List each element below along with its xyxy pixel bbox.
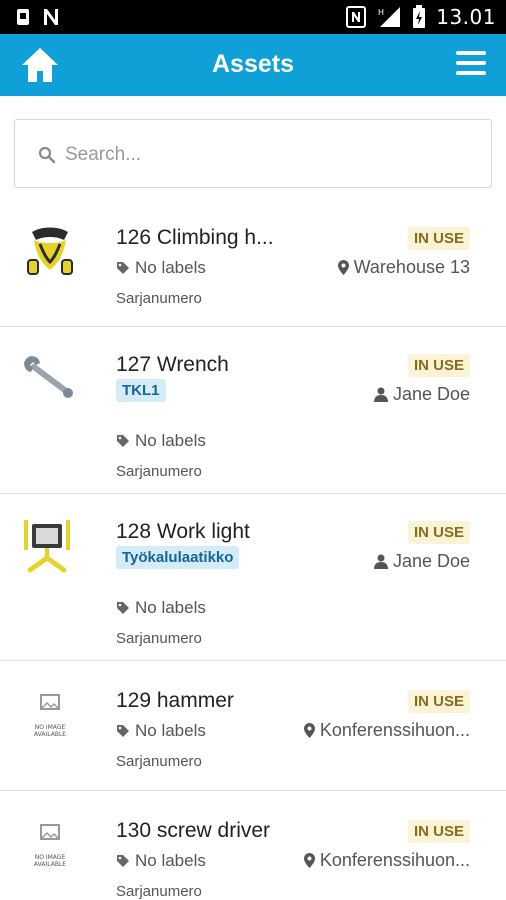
location-text: Konferenssihuon... xyxy=(319,720,470,740)
nfc-n-icon xyxy=(44,9,58,25)
app-bar: Assets xyxy=(0,34,506,96)
asset-image-placeholder: NO IMAGE AVAILABLE xyxy=(20,819,80,879)
location: Warehouse 13 xyxy=(337,257,470,278)
assignee: Jane Doe xyxy=(373,384,470,405)
asset-image-worklight xyxy=(20,516,80,576)
list-item[interactable]: 128 Work light IN USE Työkalulaatikko Ja… xyxy=(0,494,506,661)
menu-button[interactable] xyxy=(456,51,486,77)
location: Konferenssihuon... xyxy=(303,850,470,871)
svg-text:H: H xyxy=(378,8,384,17)
status-badge: IN USE xyxy=(407,521,470,544)
battery-icon xyxy=(413,5,426,28)
tag-icon xyxy=(117,725,129,737)
list-item[interactable]: 126 Climbing h... IN USE No labels Wareh… xyxy=(0,210,506,327)
asset-name: 126 Climbing h... xyxy=(116,226,274,249)
asset-image-wrench xyxy=(20,349,80,409)
assignee: Jane Doe xyxy=(373,551,470,572)
search-input[interactable] xyxy=(65,139,475,171)
status-badge: IN USE xyxy=(407,227,470,250)
no-image-text: NO IMAGE AVAILABLE xyxy=(33,854,67,868)
labels: No labels xyxy=(116,258,206,278)
labels: No labels xyxy=(116,431,206,451)
nfc-icon xyxy=(346,6,367,28)
asset-name: 130 screw driver xyxy=(116,819,271,842)
serial-label: Sarjanumero xyxy=(116,883,202,900)
labels-text: No labels xyxy=(135,598,206,617)
climbing-harness-icon xyxy=(27,227,73,275)
no-image-icon xyxy=(40,694,60,710)
status-bar: H 13.01 xyxy=(0,0,506,34)
status-badge: IN USE xyxy=(407,690,470,713)
labels-text: No labels xyxy=(135,721,206,740)
user-icon xyxy=(373,554,388,569)
user-icon xyxy=(373,387,388,402)
hamburger-line xyxy=(456,71,486,75)
tag-icon xyxy=(117,435,129,447)
serial-label: Sarjanumero xyxy=(116,463,202,480)
tag-icon xyxy=(117,262,129,274)
signal-icon: H xyxy=(378,7,401,27)
serial-label: Sarjanumero xyxy=(116,630,202,647)
serial-label: Sarjanumero xyxy=(116,753,202,770)
location-text: Warehouse 13 xyxy=(353,257,470,277)
asset-name: 128 Work light xyxy=(116,520,250,543)
status-badge: IN USE xyxy=(407,354,470,377)
list-item[interactable]: 127 Wrench IN USE TKL1 Jane Doe No label… xyxy=(0,327,506,494)
serial-label: Sarjanumero xyxy=(116,290,202,307)
labels: No labels xyxy=(116,851,206,871)
status-badge: IN USE xyxy=(407,820,470,843)
labels: No labels xyxy=(116,598,206,618)
clock-time: 13.01 xyxy=(436,5,496,29)
work-light-icon xyxy=(24,520,70,573)
asset-name: 129 hammer xyxy=(116,689,234,712)
asset-image-placeholder: NO IMAGE AVAILABLE xyxy=(20,689,80,749)
asset-tag: Työkalulaatikko xyxy=(116,546,240,569)
map-marker-icon xyxy=(303,853,315,868)
asset-list: 126 Climbing h... IN USE No labels Wareh… xyxy=(0,210,506,900)
asset-tag: TKL1 xyxy=(116,379,166,402)
search-box[interactable] xyxy=(14,119,492,188)
labels: No labels xyxy=(116,721,206,741)
no-image-icon xyxy=(40,824,60,840)
tag-icon xyxy=(117,855,129,867)
list-item[interactable]: NO IMAGE AVAILABLE 130 screw driver IN U… xyxy=(0,791,506,900)
no-image-text: NO IMAGE AVAILABLE xyxy=(33,724,67,738)
labels-text: No labels xyxy=(135,431,206,450)
assignee-text: Jane Doe xyxy=(392,384,470,404)
wrench-icon xyxy=(24,356,73,398)
notification-icon xyxy=(17,9,29,25)
page-title: Assets xyxy=(212,50,294,78)
location: Konferenssihuon... xyxy=(303,720,470,741)
assignee-text: Jane Doe xyxy=(392,551,470,571)
map-marker-icon xyxy=(303,723,315,738)
asset-name: 127 Wrench xyxy=(116,353,229,376)
tag-icon xyxy=(117,602,129,614)
map-marker-icon xyxy=(337,260,349,275)
labels-text: No labels xyxy=(135,851,206,870)
hamburger-icon xyxy=(456,51,486,55)
location-text: Konferenssihuon... xyxy=(319,850,470,870)
asset-image-harness xyxy=(20,222,80,282)
search-icon xyxy=(38,146,56,164)
hamburger-line xyxy=(456,61,486,65)
list-item[interactable]: NO IMAGE AVAILABLE 129 hammer IN USE No … xyxy=(0,661,506,791)
labels-text: No labels xyxy=(135,258,206,277)
